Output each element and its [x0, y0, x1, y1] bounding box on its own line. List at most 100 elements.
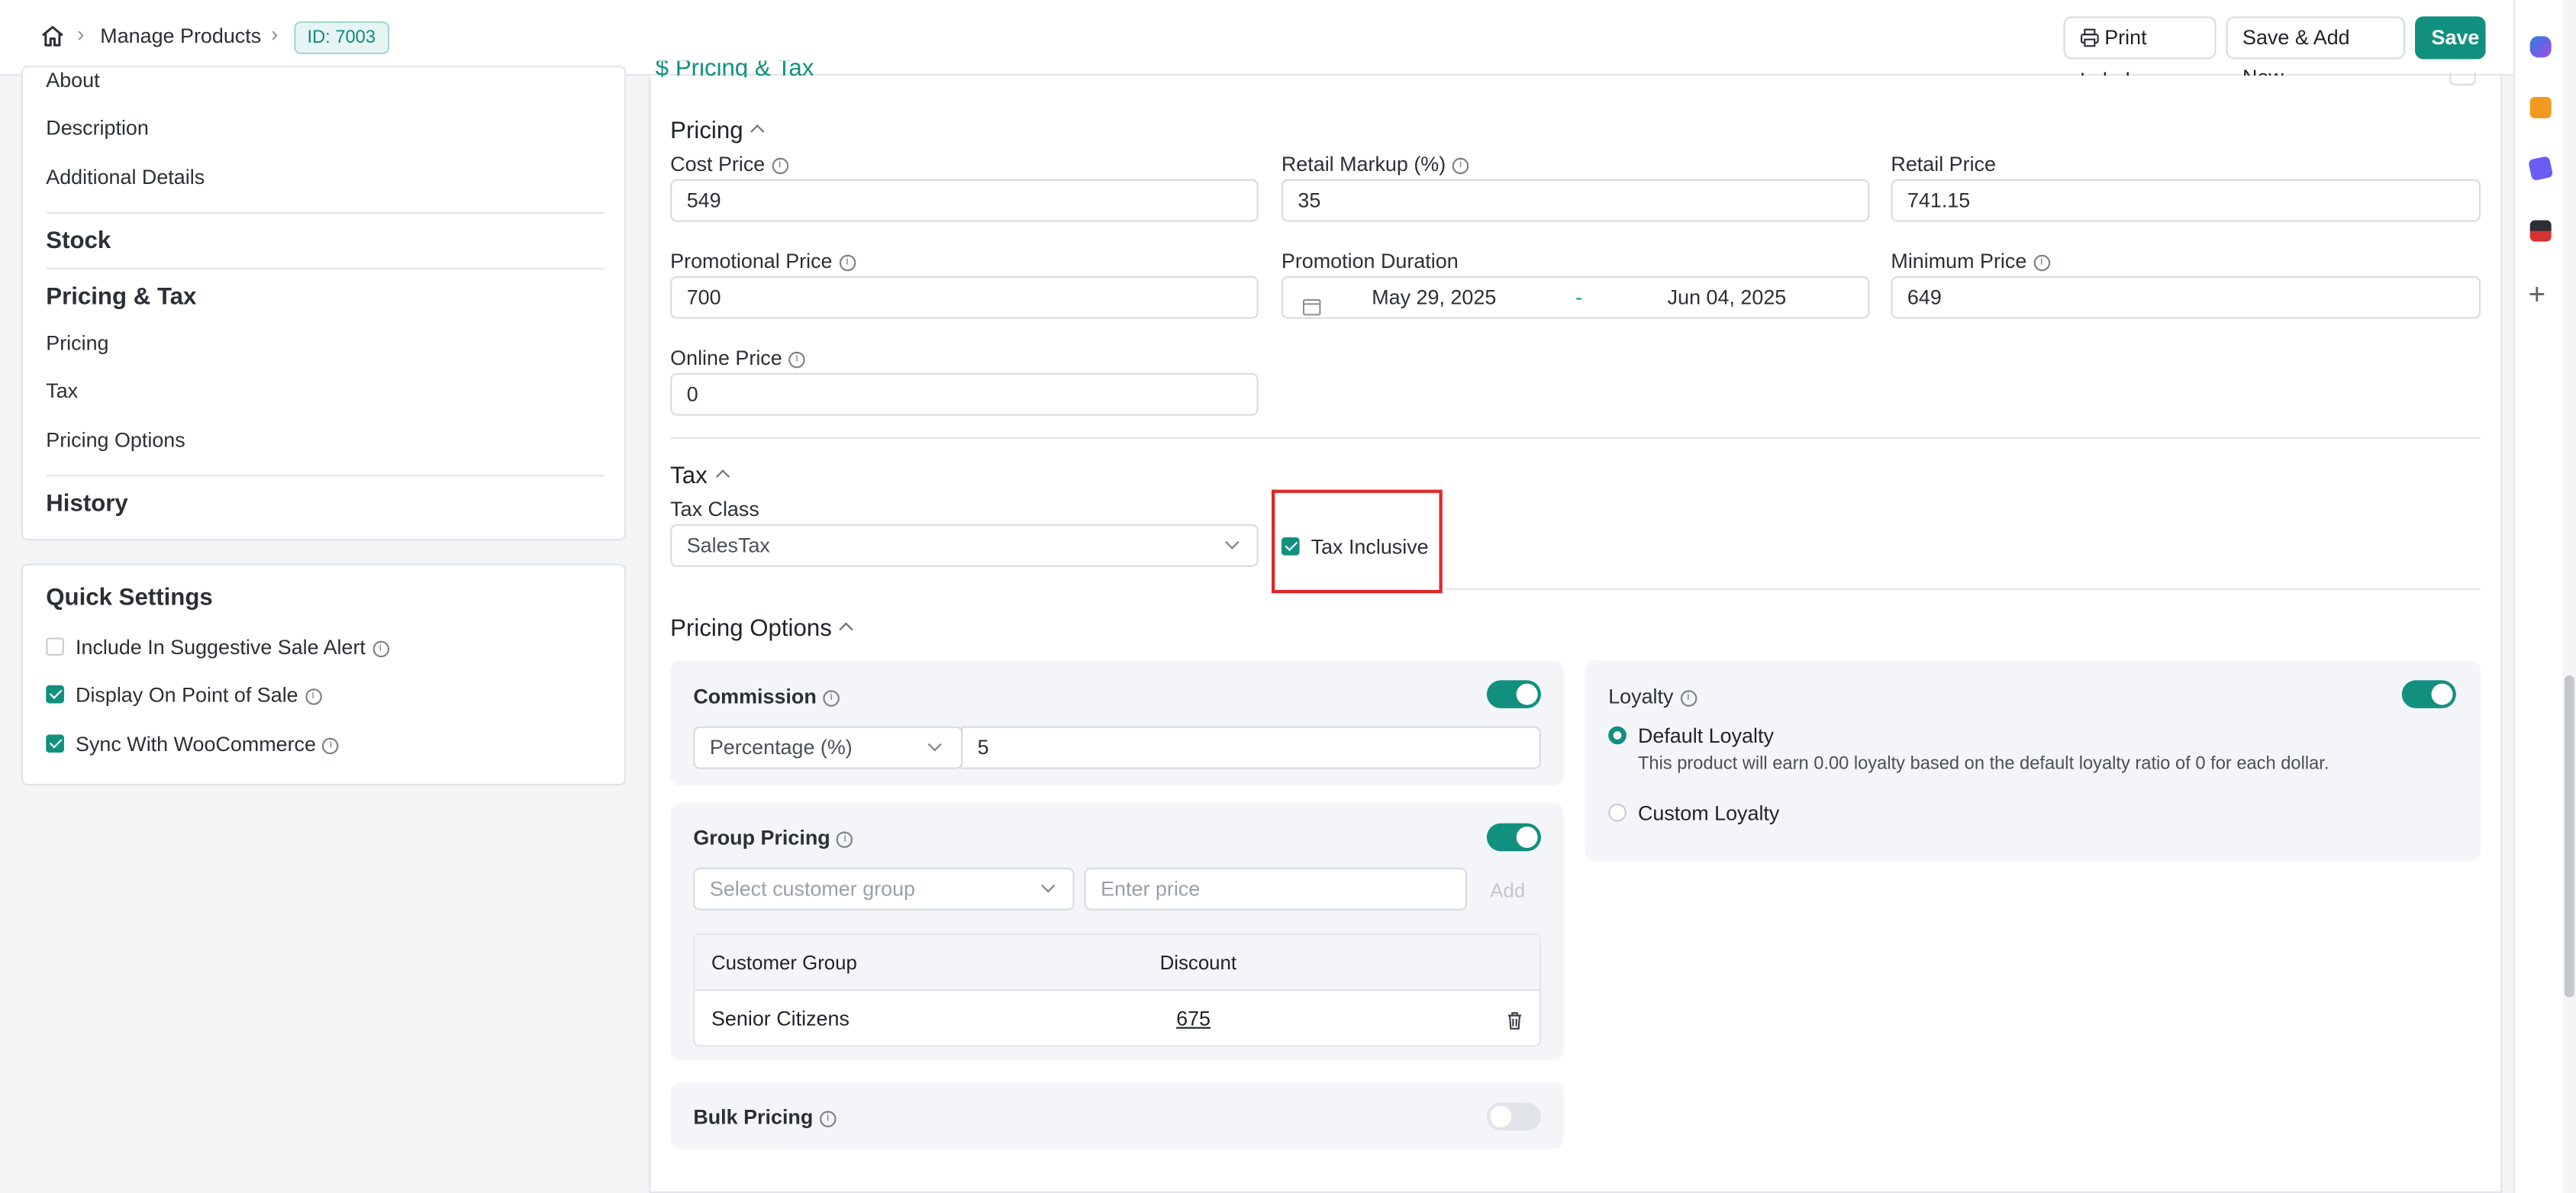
info-icon[interactable]: i [819, 1110, 837, 1127]
trash-icon[interactable] [1507, 1009, 1523, 1039]
info-icon[interactable]: i [837, 830, 853, 848]
add-group-price-button[interactable]: Add [1490, 879, 1525, 902]
commission-toggle[interactable] [1486, 680, 1541, 708]
nav-heading-history[interactable]: History [46, 492, 128, 518]
customer-group-placeholder: Select customer group [709, 877, 916, 901]
customer-group-select[interactable]: Select customer group [693, 867, 1075, 911]
chevron-up-icon [750, 124, 766, 139]
breadcrumb-manage-products[interactable]: Manage Products [100, 24, 261, 47]
home-icon[interactable] [40, 23, 66, 57]
promotion-duration-label: Promotion Duration [1281, 250, 1459, 273]
top-bar: › Manage Products › ID: 7003 Print Label… [0, 0, 2514, 92]
divider [46, 267, 605, 270]
print-label-button[interactable]: Print Label [2063, 16, 2217, 92]
info-icon[interactable]: i [322, 737, 340, 754]
cost-price-input[interactable]: 549 [670, 179, 1259, 222]
promotion-duration-range[interactable]: May 29, 2025 - Jun 04, 2025 [1281, 276, 1870, 319]
default-loyalty-radio[interactable] [1608, 726, 1627, 745]
loyalty-toggle[interactable] [2401, 680, 2456, 708]
nav-item-description[interactable]: Description [46, 117, 149, 140]
online-price-label: Online Price i [670, 347, 805, 369]
notes-app-icon[interactable] [2529, 97, 2552, 119]
bulk-pricing-title: Bulk Pricing i [693, 1106, 837, 1129]
chevron-down-icon [1041, 879, 1056, 893]
default-loyalty-label[interactable]: Default Loyalty [1638, 724, 1774, 747]
tax-subsection-title[interactable]: Tax [670, 463, 730, 490]
divider [46, 211, 605, 214]
row-customer-group: Senior Citizens [711, 1007, 850, 1030]
default-loyalty-description: This product will earn 0.00 loyalty base… [1637, 754, 2329, 775]
date-range-dash: - [1575, 285, 1583, 309]
tax-class-select[interactable]: SalesTax [670, 524, 1259, 567]
info-icon[interactable]: i [823, 689, 840, 707]
retail-markup-input[interactable]: 35 [1281, 179, 1870, 222]
promo-end-date[interactable]: Jun 04, 2025 [1668, 278, 1787, 318]
section-title-partial: $ Pricing & Tax [655, 60, 814, 78]
divider [1446, 588, 2481, 590]
nav-item-about[interactable]: About [46, 69, 99, 92]
sync-woocommerce-checkbox[interactable] [46, 734, 64, 753]
display-on-pos-checkbox[interactable] [46, 685, 64, 704]
chevron-up-icon [840, 622, 854, 637]
group-pricing-card: Group Pricing i Select customer group Ent… [670, 803, 1565, 1060]
online-price-input[interactable]: 0 [670, 372, 1259, 416]
group-price-input[interactable]: Enter price [1084, 867, 1468, 911]
commission-type-select[interactable]: Percentage (%) [693, 726, 963, 769]
custom-loyalty-radio[interactable] [1608, 803, 1627, 822]
info-icon[interactable]: i [1452, 157, 1469, 174]
collapse-section-icon[interactable] [2449, 72, 2476, 85]
suggestive-sale-label: Include In Suggestive Sale Alert i [76, 636, 389, 659]
group-pricing-toggle[interactable] [1486, 823, 1541, 852]
info-icon[interactable]: i [2033, 254, 2050, 271]
nav-item-tax[interactable]: Tax [46, 379, 78, 402]
retail-price-input[interactable]: 741.15 [1891, 179, 2481, 222]
chat-app-icon[interactable] [2529, 36, 2552, 58]
info-icon[interactable]: i [1680, 689, 1697, 707]
suggestive-sale-checkbox[interactable] [46, 637, 64, 656]
loyalty-title: Loyalty i [1608, 685, 1697, 708]
minimum-price-label: Minimum Price i [1891, 250, 2050, 272]
bulk-pricing-toggle[interactable] [1486, 1102, 1541, 1131]
save-add-new-button[interactable]: Save & Add New [2226, 16, 2406, 89]
book-app-icon[interactable] [2529, 220, 2552, 242]
pricing-options-title[interactable]: Pricing Options [670, 616, 854, 643]
nav-item-pricing[interactable]: Pricing [46, 332, 108, 355]
loyalty-card: Loyalty i Default Loyalty This product wi… [1585, 660, 2481, 862]
scrollbar-thumb[interactable] [2564, 675, 2574, 998]
scrollbar-track[interactable] [2562, 0, 2576, 1193]
row-discount-value[interactable]: 675 [1176, 1008, 1211, 1030]
nav-heading-pricing-tax[interactable]: Pricing & Tax [46, 284, 196, 310]
chevron-down-icon [1225, 535, 1240, 550]
save-button[interactable]: Save [2415, 16, 2486, 60]
commission-title: Commission i [693, 685, 840, 708]
tax-class-value: SalesTax [686, 534, 770, 557]
calendar-icon [1302, 289, 1321, 329]
info-icon[interactable]: i [372, 640, 389, 657]
col-discount: Discount [1159, 951, 1237, 975]
group-pricing-table: Customer Group Discount Senior Citizens … [693, 933, 1541, 1047]
add-app-icon[interactable]: + [2529, 279, 2546, 309]
minimum-price-input[interactable]: 649 [1891, 276, 2481, 319]
custom-loyalty-label[interactable]: Custom Loyalty [1638, 802, 1779, 825]
commission-value-input[interactable]: 5 [961, 726, 1541, 769]
promo-start-date[interactable]: May 29, 2025 [1372, 278, 1496, 318]
nav-item-pricing-options[interactable]: Pricing Options [46, 429, 185, 452]
pricing-subsection-title[interactable]: Pricing [670, 118, 766, 144]
commission-type-value: Percentage (%) [709, 736, 853, 759]
sync-woocommerce-label: Sync With WooCommerce i [76, 733, 340, 756]
group-pricing-title: Group Pricing i [693, 827, 853, 850]
nav-item-additional-details[interactable]: Additional Details [46, 166, 205, 189]
info-icon[interactable]: i [305, 688, 321, 705]
nav-heading-stock[interactable]: Stock [46, 228, 111, 254]
chevron-down-icon [927, 737, 942, 752]
chevron-right-icon: › [271, 21, 279, 47]
retail-markup-label: Retail Markup (%) i [1282, 153, 1469, 176]
info-icon[interactable]: i [839, 254, 856, 271]
info-icon[interactable]: i [771, 157, 788, 174]
group-price-placeholder: Enter price [1101, 877, 1201, 901]
chevron-up-icon [715, 469, 730, 484]
promotional-price-input[interactable]: 700 [670, 276, 1259, 319]
divider [670, 437, 2481, 439]
cards-app-icon[interactable] [2528, 156, 2554, 182]
info-icon[interactable]: i [788, 351, 805, 368]
